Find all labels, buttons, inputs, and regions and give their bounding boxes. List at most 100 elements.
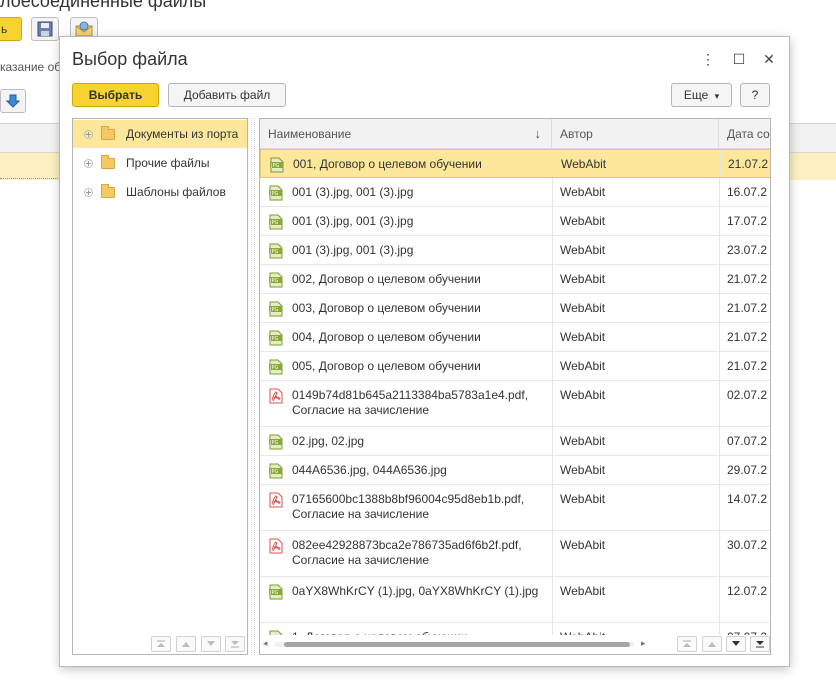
file-name-cell: 004, Договор о целевом обучении <box>292 330 481 344</box>
column-header-author[interactable]: Автор <box>552 119 719 149</box>
tree-item-other-files[interactable]: Прочие файлы <box>73 149 247 177</box>
date-cell: 21.07.2 <box>728 157 769 171</box>
author-cell: WebAbit <box>560 434 606 448</box>
scroll-left-icon[interactable]: ◂ <box>263 638 268 649</box>
author-cell: WebAbit <box>560 492 606 506</box>
column-divider <box>552 323 553 351</box>
more-button[interactable]: Еще ▾ <box>671 83 732 107</box>
table-row[interactable]: JPG 001 (3).jpg, 001 (3).jpg WebAbit 16.07.… <box>260 178 770 207</box>
table-scroll-bottom-button[interactable] <box>750 636 770 652</box>
background-save-button[interactable] <box>31 17 59 41</box>
expand-icon[interactable] <box>84 187 93 197</box>
tree-item-templates[interactable]: Шаблоны файлов <box>73 178 247 206</box>
tree-item-documents[interactable]: Документы из порта <box>73 120 247 148</box>
column-header-date[interactable]: Дата со <box>719 119 770 149</box>
scroll-down-button[interactable] <box>201 636 221 652</box>
author-cell: WebAbit <box>560 463 606 477</box>
column-divider <box>552 456 553 484</box>
table-row[interactable]: JPG 001, Договор о целевом обучении WebAbi… <box>260 149 770 178</box>
svg-text:JPG: JPG <box>269 590 278 596</box>
tree-item-label: Шаблоны файлов <box>126 185 226 199</box>
scroll-right-icon[interactable]: ▸ <box>641 638 646 649</box>
column-divider <box>719 456 720 484</box>
table-row[interactable]: JPG 003, Договор о целевом обучении WebAbi… <box>260 294 770 323</box>
scroll-top-button[interactable] <box>151 636 171 652</box>
jpg-file-icon: JPG <box>269 330 283 346</box>
dialog-title: Выбор файла <box>72 49 188 69</box>
table-body: JPG 001, Договор о целевом обучении WebAbi… <box>260 149 770 637</box>
double-down-icon <box>756 641 764 648</box>
chevron-down-icon <box>207 641 215 646</box>
chevron-down-icon <box>732 641 740 646</box>
chevron-up-icon <box>182 642 190 647</box>
table-row[interactable]: JPG 02.jpg, 02.jpg WebAbit 07.07.2 <box>260 427 770 456</box>
expand-icon[interactable] <box>84 158 93 168</box>
horizontal-scrollbar-thumb[interactable] <box>284 642 630 647</box>
column-divider <box>552 381 553 426</box>
help-button[interactable]: ? <box>740 83 770 107</box>
table-row[interactable]: 082ee42928873bca2e786735ad6f6b2f.pdf, Со… <box>260 531 770 577</box>
pdf-file-icon <box>269 538 283 554</box>
table-row[interactable]: JPG 0aYX8WhKrCY (1).jpg, 0aYX8WhKrCY (1).… <box>260 577 770 623</box>
column-divider <box>719 531 720 576</box>
table-row[interactable]: JPG 002, Договор о целевом обучении WebAbi… <box>260 265 770 294</box>
scroll-bottom-button[interactable] <box>225 636 245 652</box>
more-options-icon[interactable]: ⋮ <box>698 49 718 69</box>
table-row[interactable]: JPG 001 (3).jpg, 001 (3).jpg WebAbit 23.07.… <box>260 236 770 265</box>
file-name-cell: 001 (3).jpg, 001 (3).jpg <box>292 185 414 199</box>
table-row[interactable]: 0149b74d81b645a2113384ba5783a1e4.pdf, Со… <box>260 381 770 427</box>
arrow-down-icon <box>5 94 21 108</box>
author-cell: WebAbit <box>560 538 606 552</box>
table-row[interactable]: JPG 005, Договор о целевом обучении WebAbi… <box>260 352 770 381</box>
floppy-disk-icon <box>37 21 53 37</box>
jpg-file-icon: JPG <box>269 185 283 201</box>
column-divider <box>720 150 721 177</box>
select-button[interactable]: Выбрать <box>72 83 159 107</box>
folder-icon <box>101 183 115 198</box>
chevron-down-icon: ▾ <box>714 91 720 101</box>
table-row[interactable]: JPG 001 (3).jpg, 001 (3).jpg WebAbit 17.07.… <box>260 207 770 236</box>
date-cell: 16.07.2 <box>727 185 768 199</box>
table-scroll-down-button[interactable] <box>726 636 746 652</box>
background-down-button[interactable] <box>0 89 26 113</box>
author-cell: WebAbit <box>560 359 606 373</box>
author-cell: WebAbit <box>560 301 606 315</box>
column-divider <box>719 294 720 322</box>
folder-icon <box>101 125 115 140</box>
add-file-button[interactable]: Добавить файл <box>168 83 286 107</box>
scroll-up-button[interactable] <box>176 636 196 652</box>
date-cell: 23.07.2 <box>727 243 768 257</box>
folder-tree: Документы из порта Прочие файлы Шаблоны … <box>72 118 248 655</box>
tree-navigation <box>73 634 247 654</box>
tree-item-label: Прочие файлы <box>126 156 210 170</box>
table-row[interactable]: 07165600bc1388b8bf96004c95d8eb1b.pdf, Со… <box>260 485 770 531</box>
file-name-cell: 003, Договор о целевом обучении <box>292 301 481 315</box>
jpg-file-icon: JPG <box>269 584 283 600</box>
column-header-name[interactable]: Наименование ↓ <box>260 119 552 149</box>
file-name-cell: 001 (3).jpg, 001 (3).jpg <box>292 243 414 257</box>
double-up-icon <box>683 640 691 647</box>
panel-splitter[interactable] <box>251 118 255 655</box>
author-cell: WebAbit <box>560 185 606 199</box>
background-primary-button[interactable]: ь <box>0 17 22 41</box>
author-cell: WebAbit <box>560 388 606 402</box>
jpg-file-icon: JPG <box>269 359 283 375</box>
expand-icon[interactable] <box>84 129 93 139</box>
column-divider <box>719 207 720 235</box>
date-cell: 07.07.2 <box>727 434 768 448</box>
maximize-icon[interactable]: ☐ <box>729 49 749 69</box>
svg-text:JPG: JPG <box>269 469 278 475</box>
file-name-cell: 001 (3).jpg, 001 (3).jpg <box>292 214 414 228</box>
date-cell: 21.07.2 <box>727 359 768 373</box>
date-cell: 21.07.2 <box>727 272 768 286</box>
close-icon[interactable]: ✕ <box>759 49 779 69</box>
sort-arrow-icon: ↓ <box>534 126 542 141</box>
column-divider <box>719 485 720 530</box>
table-scroll-top-button[interactable] <box>677 636 697 652</box>
table-row[interactable]: JPG 004, Договор о целевом обучении WebAbi… <box>260 323 770 352</box>
table-scroll-up-button[interactable] <box>702 636 722 652</box>
author-cell: WebAbit <box>560 330 606 344</box>
date-cell: 02.07.2 <box>727 388 768 402</box>
svg-text:JPG: JPG <box>269 249 278 255</box>
table-row[interactable]: JPG 044A6536.jpg, 044A6536.jpg WebAbit 29.0… <box>260 456 770 485</box>
